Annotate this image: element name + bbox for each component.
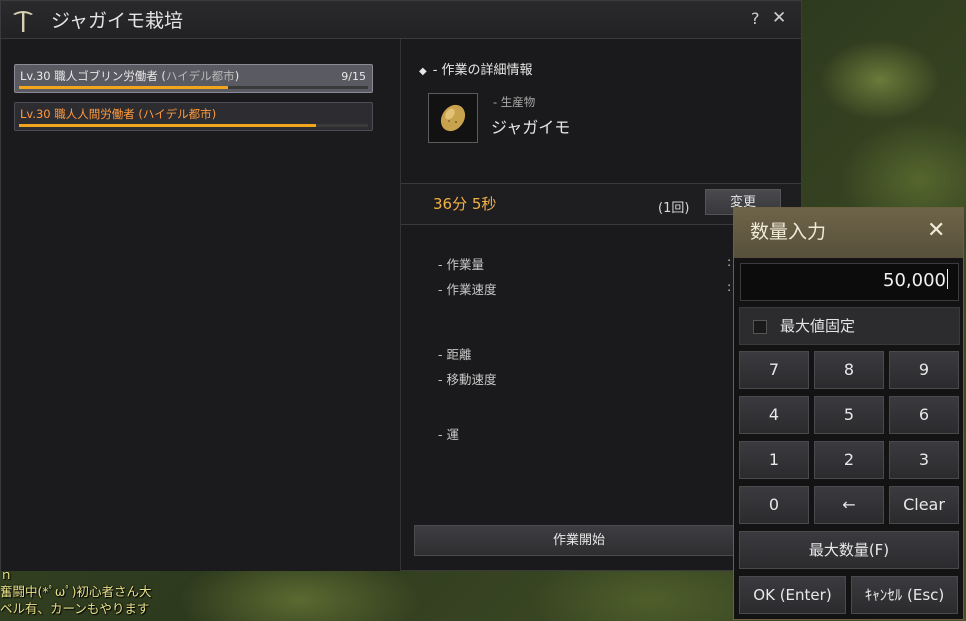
quantity-input[interactable]: 50,000 [740, 263, 959, 301]
work-time: 36分 5秒 [433, 195, 497, 213]
work-window: ジャガイモ栽培 ? ✕ Lv.30 職人ゴブリン労働者 (ハイデル都市) 9/1… [0, 0, 802, 571]
worker-name: Lv.30 職人人間労働者 (ハイデル都市) [20, 107, 217, 121]
dialog-title: 数量入力 [750, 221, 827, 243]
close-icon[interactable]: ✕ [927, 218, 945, 243]
key-9[interactable]: 9 [889, 351, 959, 389]
stat-work-speed: - 作業速度 [438, 282, 497, 297]
stamina-bar [19, 124, 368, 127]
chat-line: ベル有、カーンもやります [0, 601, 150, 616]
worker-name: Lv.30 職人ゴブリン労働者 (ハイデル都市) [20, 69, 240, 83]
backspace-button[interactable]: ← [814, 486, 884, 524]
worker-item-human[interactable]: Lv.30 職人人間労働者 (ハイデル都市) [14, 102, 373, 131]
cancel-button[interactable]: ｷｬﾝｾﾙ (Esc) [851, 576, 958, 614]
stat-luck: - 運 [438, 427, 459, 442]
key-1[interactable]: 1 [739, 441, 809, 479]
key-8[interactable]: 8 [814, 351, 884, 389]
max-quantity-button[interactable]: 最大数量(F) [739, 531, 959, 569]
chat-log: ｎ 奮闘中(*ﾟωﾟ)初心者さん大 ベル有、カーンもやります [0, 566, 220, 617]
key-2[interactable]: 2 [814, 441, 884, 479]
help-button[interactable]: ? [751, 9, 760, 28]
worker-item-goblin[interactable]: Lv.30 職人ゴブリン労働者 (ハイデル都市) 9/15 [14, 64, 373, 93]
stat-work-amount: - 作業量 [438, 257, 484, 272]
key-0[interactable]: 0 [739, 486, 809, 524]
pickaxe-icon [11, 7, 35, 33]
work-count: (1回) [658, 201, 690, 216]
product-name: ジャガイモ [491, 118, 571, 137]
stamina-bar [19, 86, 368, 89]
stat-move-speed: - 移動速度 [438, 372, 497, 387]
chat-line: 奮闘中(*ﾟωﾟ)初心者さん大 [0, 584, 152, 599]
key-7[interactable]: 7 [739, 351, 809, 389]
section-title: ◆ - 作業の詳細情報 [419, 63, 533, 78]
window-titlebar[interactable]: ジャガイモ栽培 ? ✕ [1, 1, 801, 39]
max-fix-toggle[interactable]: 最大値固定 [739, 307, 960, 345]
stat-distance: - 距離 [438, 347, 472, 362]
start-work-button[interactable]: 作業開始 [414, 525, 744, 556]
ok-button[interactable]: OK (Enter) [739, 576, 846, 614]
max-fix-checkbox[interactable] [753, 320, 767, 334]
worker-list-panel: Lv.30 職人ゴブリン労働者 (ハイデル都市) 9/15 Lv.30 職人人間… [1, 39, 401, 571]
key-6[interactable]: 6 [889, 396, 959, 434]
clear-button[interactable]: Clear [889, 486, 959, 524]
potato-icon[interactable] [428, 93, 478, 143]
product-caption: - 生産物 [493, 95, 536, 109]
worker-count: 9/15 [341, 70, 366, 83]
key-3[interactable]: 3 [889, 441, 959, 479]
key-5[interactable]: 5 [814, 396, 884, 434]
close-icon[interactable]: ✕ [772, 8, 786, 28]
key-4[interactable]: 4 [739, 396, 809, 434]
max-fix-label: 最大値固定 [780, 317, 856, 335]
dialog-header[interactable]: 数量入力 ✕ [734, 208, 963, 258]
window-title: ジャガイモ栽培 [51, 10, 184, 32]
quantity-dialog: 数量入力 ✕ 50,000 最大値固定 7 8 9 4 5 6 1 2 3 0 … [733, 207, 964, 620]
